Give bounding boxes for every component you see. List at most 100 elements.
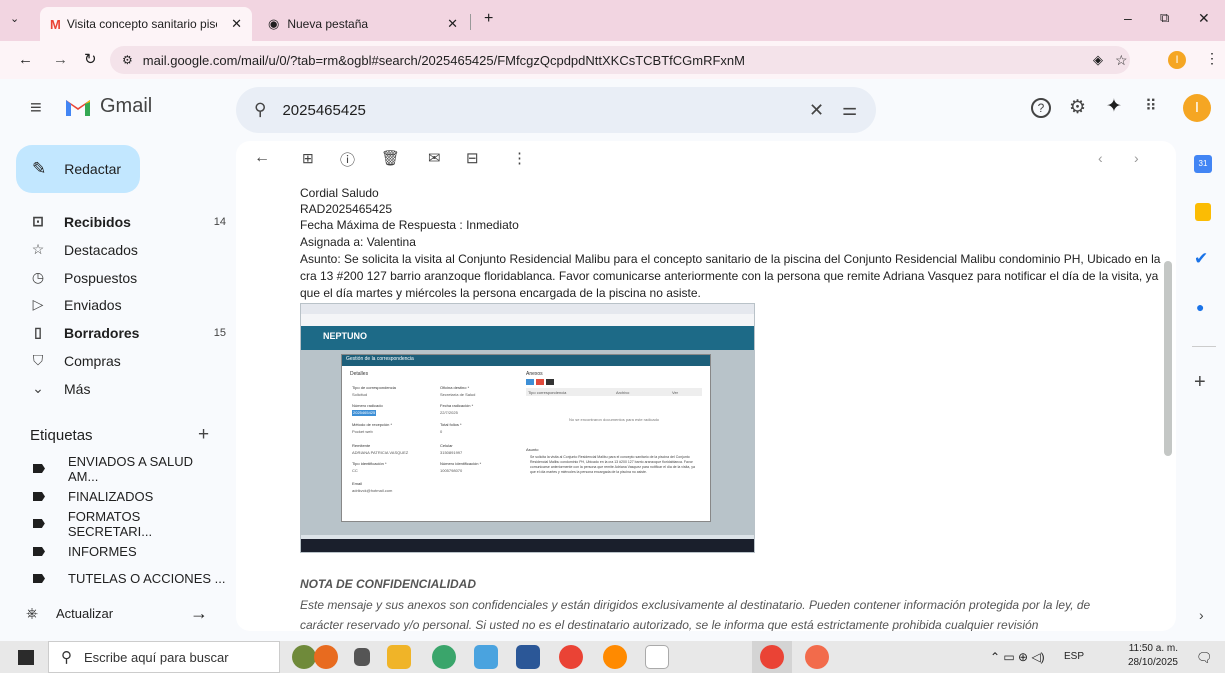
sidebar-item-compras[interactable]: ⛉ Compras bbox=[0, 347, 226, 374]
sidebar-item-pospuestos[interactable]: ◷ Pospuestos bbox=[0, 264, 226, 291]
minimize-button[interactable]: – bbox=[1124, 10, 1132, 26]
tab-close-icon[interactable]: ✕ bbox=[447, 16, 458, 32]
chrome-profile-icon[interactable] bbox=[760, 645, 784, 669]
archive-icon[interactable]: ⊞ bbox=[302, 150, 314, 167]
more-actions-icon[interactable]: ⋮ bbox=[512, 149, 527, 167]
field-value: 0 bbox=[440, 429, 443, 434]
annex-add-button[interactable] bbox=[526, 379, 534, 385]
edge-icon[interactable] bbox=[432, 645, 456, 669]
close-window-button[interactable]: ✕ bbox=[1198, 10, 1210, 27]
field-value: 2025465425 bbox=[352, 410, 377, 416]
gmail-sidebar: ✎ Redactar ⊡ Recibidos 14 ☆ Destacados ◷… bbox=[0, 141, 235, 641]
profile-avatar[interactable]: I bbox=[1168, 51, 1186, 69]
tab-new-tab[interactable]: ◉ Nueva pestaña ✕ bbox=[258, 7, 468, 41]
account-avatar[interactable]: I bbox=[1183, 94, 1211, 122]
label-item[interactable]: ENVIADOS A SALUD AM... bbox=[0, 454, 226, 484]
reload-button[interactable]: ↻ bbox=[84, 50, 97, 68]
gmail-logo[interactable]: Gmail bbox=[64, 95, 152, 118]
label-item[interactable]: FORMATOS SECRETARI... bbox=[0, 509, 226, 539]
tab-list-chevron-icon[interactable]: ⌄ bbox=[10, 12, 19, 25]
bookmark-star-icon[interactable]: ☆ bbox=[1115, 52, 1128, 69]
compose-button[interactable]: ✎ Redactar bbox=[16, 145, 140, 193]
label-item[interactable]: TUTELAS O ACCIONES ... bbox=[0, 565, 226, 592]
help-icon[interactable]: ? bbox=[1031, 98, 1051, 118]
sidebar-item-borradores[interactable]: ▯ Borradores 15 bbox=[0, 319, 226, 346]
back-to-list-button[interactable]: ← bbox=[254, 149, 270, 167]
tab-close-icon[interactable]: ✕ bbox=[231, 16, 242, 32]
inbox-icon: ⊡ bbox=[32, 213, 44, 229]
address-bar[interactable]: ⚙ mail.google.com/mail/u/0/?tab=rm&ogbl#… bbox=[110, 46, 1130, 74]
annex-delete-button[interactable] bbox=[536, 379, 544, 385]
taskbar-widget-icon[interactable] bbox=[314, 645, 338, 669]
url-text: mail.google.com/mail/u/0/?tab=rm&ogbl#se… bbox=[142, 52, 745, 68]
label-tag-icon bbox=[33, 574, 45, 583]
sidebar-item-recibidos[interactable]: ⊡ Recibidos 14 bbox=[0, 208, 226, 235]
taskbar-search-box[interactable]: ⚲ Escribe aquí para buscar bbox=[48, 641, 280, 673]
next-message-icon[interactable]: › bbox=[1134, 150, 1139, 166]
arrow-right-icon[interactable]: → bbox=[190, 603, 208, 624]
restore-button[interactable]: ⧉ bbox=[1160, 10, 1169, 26]
sidebar-item-destacados[interactable]: ☆ Destacados bbox=[0, 236, 226, 263]
system-tray-icons[interactable]: ⌃ ▭ ⊕ ◁) bbox=[990, 650, 1045, 664]
file-explorer-icon[interactable] bbox=[387, 645, 411, 669]
new-tab-button[interactable]: + bbox=[484, 10, 493, 28]
mark-unread-icon[interactable]: ✉ bbox=[428, 149, 441, 167]
annex-view-button[interactable] bbox=[546, 379, 554, 385]
delete-icon[interactable]: 🗑 bbox=[381, 149, 400, 167]
field-label: Número radicado bbox=[352, 403, 383, 408]
report-spam-icon[interactable]: ⓘ bbox=[340, 149, 355, 170]
settings-gear-icon[interactable]: ⚙ bbox=[1069, 96, 1086, 119]
sidebar-item-mas[interactable]: ⌄ Más bbox=[0, 375, 226, 402]
embedded-screenshot[interactable]: NEPTUNO Gestión de la correspondencia De… bbox=[300, 303, 755, 553]
tasks-icon[interactable]: ✔ bbox=[1194, 249, 1208, 269]
forward-button[interactable]: → bbox=[53, 51, 68, 68]
task-view-icon[interactable] bbox=[354, 648, 370, 666]
clear-search-icon[interactable]: ✕ bbox=[809, 100, 824, 121]
label-item[interactable]: INFORMES bbox=[0, 538, 226, 565]
bag-icon: ⛉ bbox=[32, 352, 44, 368]
mail-search-bar[interactable]: ⚲ 2025465425 ✕ ⚌ bbox=[236, 87, 876, 133]
clock-time[interactable]: 11:50 a. m. bbox=[1118, 643, 1178, 654]
notifications-icon[interactable]: 🗨 bbox=[1196, 650, 1213, 666]
chrome-favicon: ◉ bbox=[268, 16, 280, 31]
main-menu-icon[interactable]: ≡ bbox=[30, 97, 42, 120]
gemini-sparkle-icon[interactable]: ✦ bbox=[1106, 95, 1122, 118]
show-side-panel-icon[interactable]: › bbox=[1199, 607, 1204, 623]
body-line: Fecha Máxima de Respuesta : Inmediato bbox=[300, 218, 519, 232]
notepad-icon[interactable] bbox=[645, 645, 669, 669]
gmail-m-icon bbox=[66, 99, 90, 116]
clock-date[interactable]: 28/10/2025 bbox=[1118, 657, 1178, 668]
tab-gmail[interactable]: M Visita concepto sanitario piscina ✕ bbox=[40, 7, 252, 41]
add-label-button[interactable]: + bbox=[198, 424, 209, 446]
chrome-icon[interactable] bbox=[559, 645, 583, 669]
search-options-icon[interactable]: ⚌ bbox=[842, 100, 857, 120]
snooze-icon[interactable]: ⊟ bbox=[466, 149, 479, 167]
contacts-icon[interactable]: ● bbox=[1196, 299, 1204, 315]
eye-icon[interactable]: ◈ bbox=[1093, 52, 1103, 68]
update-item[interactable]: ⎈ Actualizar → bbox=[0, 599, 226, 627]
photos-icon[interactable] bbox=[474, 645, 498, 669]
keep-icon[interactable] bbox=[1195, 203, 1211, 221]
taskbar-widget-icon[interactable] bbox=[292, 645, 316, 669]
prev-message-icon[interactable]: ‹ bbox=[1098, 150, 1103, 166]
word-icon[interactable] bbox=[516, 645, 540, 669]
label-item[interactable]: FINALIZADOS bbox=[0, 483, 226, 510]
firefox-icon[interactable] bbox=[603, 645, 627, 669]
field-value: Solicitud bbox=[352, 392, 368, 397]
get-addons-button[interactable]: + bbox=[1194, 371, 1206, 394]
sidebar-item-enviados[interactable]: ▷ Enviados bbox=[0, 291, 226, 318]
chrome-profile-icon[interactable] bbox=[805, 645, 829, 669]
site-info-icon[interactable]: ⚙ bbox=[122, 53, 133, 67]
windows-start-icon[interactable] bbox=[18, 650, 34, 665]
message-scrollbar[interactable] bbox=[1164, 261, 1172, 456]
language-indicator[interactable]: ESP bbox=[1064, 651, 1084, 662]
apps-grid-icon[interactable]: ⠿ bbox=[1145, 96, 1157, 116]
browser-menu-icon[interactable]: ⋮ bbox=[1205, 50, 1219, 67]
back-button[interactable]: ← bbox=[18, 51, 33, 68]
field-value: 3150891997 bbox=[440, 450, 463, 455]
calendar-icon[interactable]: 31 bbox=[1194, 155, 1212, 173]
body-line: Asignada a: Valentina bbox=[300, 235, 416, 249]
search-icon[interactable]: ⚲ bbox=[254, 100, 266, 120]
taskbar-search-placeholder: Escribe aquí para buscar bbox=[84, 649, 229, 665]
search-input[interactable]: 2025465425 bbox=[282, 102, 365, 119]
